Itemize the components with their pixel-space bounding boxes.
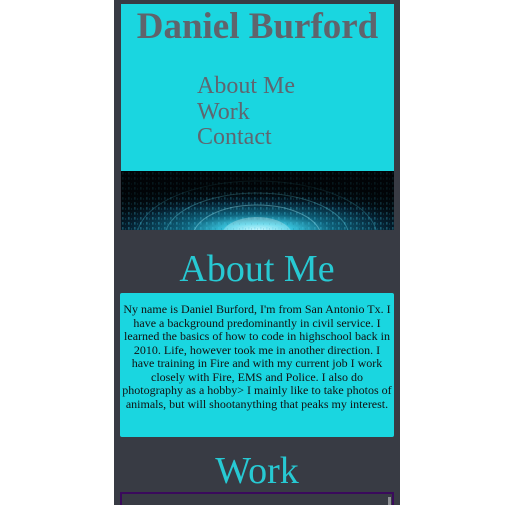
about-text-box: Ny name is Daniel Burford, I'm from San … bbox=[120, 293, 394, 437]
banner-image bbox=[121, 171, 394, 230]
binary-tunnel-image bbox=[121, 171, 394, 230]
nav-item-work[interactable]: Work bbox=[197, 99, 295, 126]
work-heading: Work bbox=[215, 450, 299, 492]
about-paragraph: Ny name is Daniel Burford, I'm from San … bbox=[122, 302, 392, 411]
nav-item-about-me[interactable]: About Me bbox=[197, 73, 295, 100]
page-container: Daniel Burford About Me Work Contact Abo… bbox=[114, 0, 400, 505]
work-box bbox=[120, 492, 394, 505]
main-nav: About Me Work Contact bbox=[197, 73, 295, 151]
scrollbar-thumb[interactable] bbox=[388, 497, 391, 505]
nav-item-contact[interactable]: Contact bbox=[197, 124, 295, 151]
site-header: Daniel Burford About Me Work Contact bbox=[121, 4, 394, 171]
about-heading: About Me bbox=[179, 248, 335, 290]
site-title: Daniel Burford bbox=[136, 6, 379, 47]
